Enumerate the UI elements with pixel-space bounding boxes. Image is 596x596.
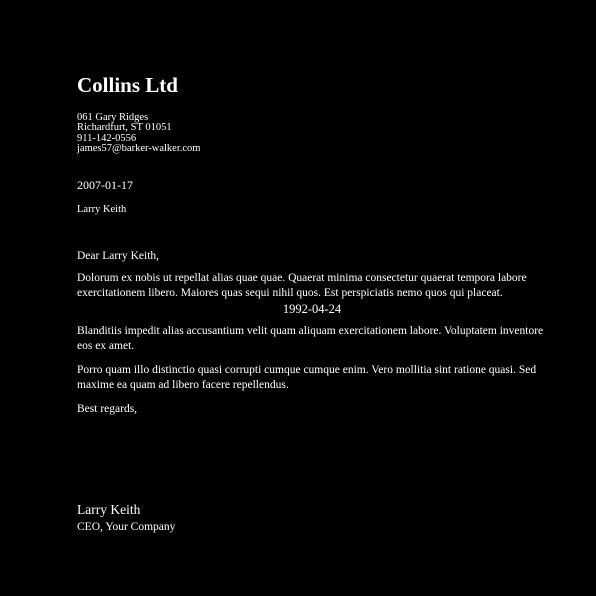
letter-body: Dear Larry Keith, Dolorum ex nobis ut re… (77, 249, 547, 417)
sender-address-block: 061 Gary Ridges Richardfurt, ST 01051 91… (77, 112, 201, 154)
closing-line: Best regards, (77, 402, 138, 415)
signature-title: CEO, Your Company (77, 521, 176, 533)
body-paragraph-2: Blanditiis impedit alias accusantium vel… (77, 324, 544, 353)
company-name: Collins Ltd (77, 73, 178, 97)
sender-email: james57@barker-walker.com (77, 142, 201, 154)
letter-date: 2007-01-17 (77, 178, 133, 192)
salutation: Dear Larry Keith, (77, 250, 160, 262)
body-paragraph-3: Porro quam illo distinctio quasi corrupt… (77, 363, 537, 392)
signature-name: Larry Keith (77, 502, 141, 517)
inline-date: 1992-04-24 (282, 301, 342, 316)
body-paragraph-1: Dolorum ex nobis ut repellat alias quae … (77, 271, 527, 300)
recipient-name: Larry Keith (77, 204, 127, 215)
letter-page: Collins Ltd 061 Gary Ridges Richardfurt,… (0, 0, 596, 596)
